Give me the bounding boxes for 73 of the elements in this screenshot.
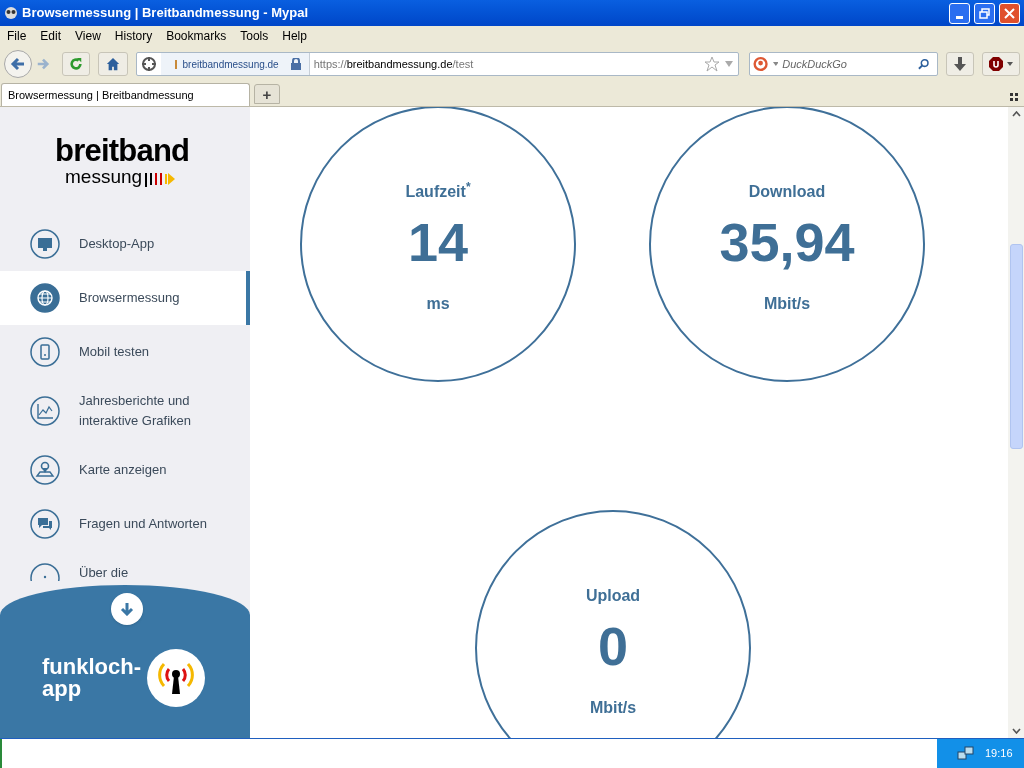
restore-icon: [979, 7, 990, 19]
menu-item[interactable]: Help: [276, 27, 313, 45]
restore-button[interactable]: [974, 2, 995, 24]
metric-label: Download: [748, 182, 826, 202]
menu-item[interactable]: Edit: [34, 27, 68, 45]
nav-item[interactable]: Jahresberichte und interaktive Grafiken: [0, 379, 250, 443]
url-text[interactable]: https://breitbandmessung.de/test: [313, 55, 705, 73]
metric-value: 14: [407, 212, 469, 272]
phone-icon: [30, 337, 60, 367]
crosshair-icon[interactable]: [140, 56, 157, 72]
menu-item[interactable]: Bookmarks: [160, 27, 233, 45]
nav-item[interactable]: Fragen und Antworten: [0, 497, 250, 551]
menu-item[interactable]: History: [108, 27, 159, 45]
nav-item[interactable]: Browsermessung: [0, 271, 250, 325]
chart-icon: [30, 396, 60, 426]
star-icon[interactable]: [704, 56, 721, 72]
scrollbar-thumb[interactable]: [1009, 244, 1023, 449]
logo-subtext: messung: [65, 167, 143, 187]
clock: 19:16: [985, 746, 1013, 762]
network-icon[interactable]: [957, 745, 975, 762]
down-arrow-icon: [120, 602, 134, 616]
stripes-logo-icon: [145, 171, 176, 187]
address-bar[interactable]: breitbandmessung.de https://breitbandmessung.de/test: [135, 52, 740, 76]
caret-icon: [1007, 62, 1014, 66]
minimize-icon: [956, 15, 963, 19]
reload-button[interactable]: [61, 52, 90, 76]
monitor-icon: [30, 229, 60, 259]
caret-icon[interactable]: [772, 62, 779, 66]
metric-label: Upload: [585, 586, 641, 606]
globe-icon: [30, 283, 60, 313]
metric-unit: Mbit/s: [763, 294, 811, 314]
metric-unit: Mbit/s: [589, 698, 637, 718]
duck-icon: [753, 56, 769, 72]
back-button[interactable]: [4, 50, 32, 78]
promo-text[interactable]: app: [42, 678, 141, 700]
browser-tab[interactable]: Browsermessung | Breitbandmessung: [1, 83, 250, 106]
search-icon[interactable]: [917, 58, 930, 70]
promo-text[interactable]: funkloch-: [42, 656, 141, 678]
scroll-down-icon[interactable]: [1011, 728, 1021, 734]
download-arrow-icon: [954, 57, 967, 71]
back-arrow-icon: [9, 56, 26, 72]
nav-item[interactable]: Desktop-App: [0, 217, 250, 271]
menu-item[interactable]: Tools: [234, 27, 275, 45]
home-icon: [105, 57, 120, 71]
metric-unit: ms: [426, 294, 450, 314]
metric-label: Laufzeit$^{*}$: [405, 180, 471, 202]
home-button[interactable]: [97, 52, 128, 76]
raccoon-icon: [4, 6, 18, 20]
close-icon: [1004, 7, 1015, 19]
lock-icon: [290, 58, 301, 70]
shield-button[interactable]: [982, 52, 1020, 76]
search-input: DuckDuckGo: [782, 55, 918, 73]
grid-icon[interactable]: [1010, 93, 1018, 101]
shield-u-icon: [989, 57, 1004, 71]
close-button[interactable]: [999, 2, 1020, 24]
scrollbar[interactable]: [1008, 107, 1024, 738]
nav-item[interactable]: Mobil testen: [0, 325, 250, 379]
chat-icon: [30, 509, 60, 539]
minimize-button[interactable]: [949, 2, 970, 24]
search-field[interactable]: DuckDuckGo: [749, 52, 939, 76]
metric-value: 0: [597, 616, 628, 676]
metric-value: 35,94: [719, 212, 855, 272]
window-title: Browsermessung | Breitbandmessung - Mypal: [22, 4, 310, 23]
reload-icon: [68, 57, 83, 71]
scroll-up-icon[interactable]: [1011, 111, 1021, 117]
download-button[interactable]: [946, 52, 975, 76]
logo-text: breitband: [55, 135, 190, 167]
nav-item[interactable]: Über die: [0, 551, 250, 581]
new-tab-button[interactable]: +: [254, 84, 280, 104]
menu-item[interactable]: File: [1, 27, 33, 45]
map-icon: [30, 455, 60, 485]
menu-item[interactable]: View: [69, 27, 107, 45]
nav-item[interactable]: Karte anzeigen: [0, 443, 250, 497]
